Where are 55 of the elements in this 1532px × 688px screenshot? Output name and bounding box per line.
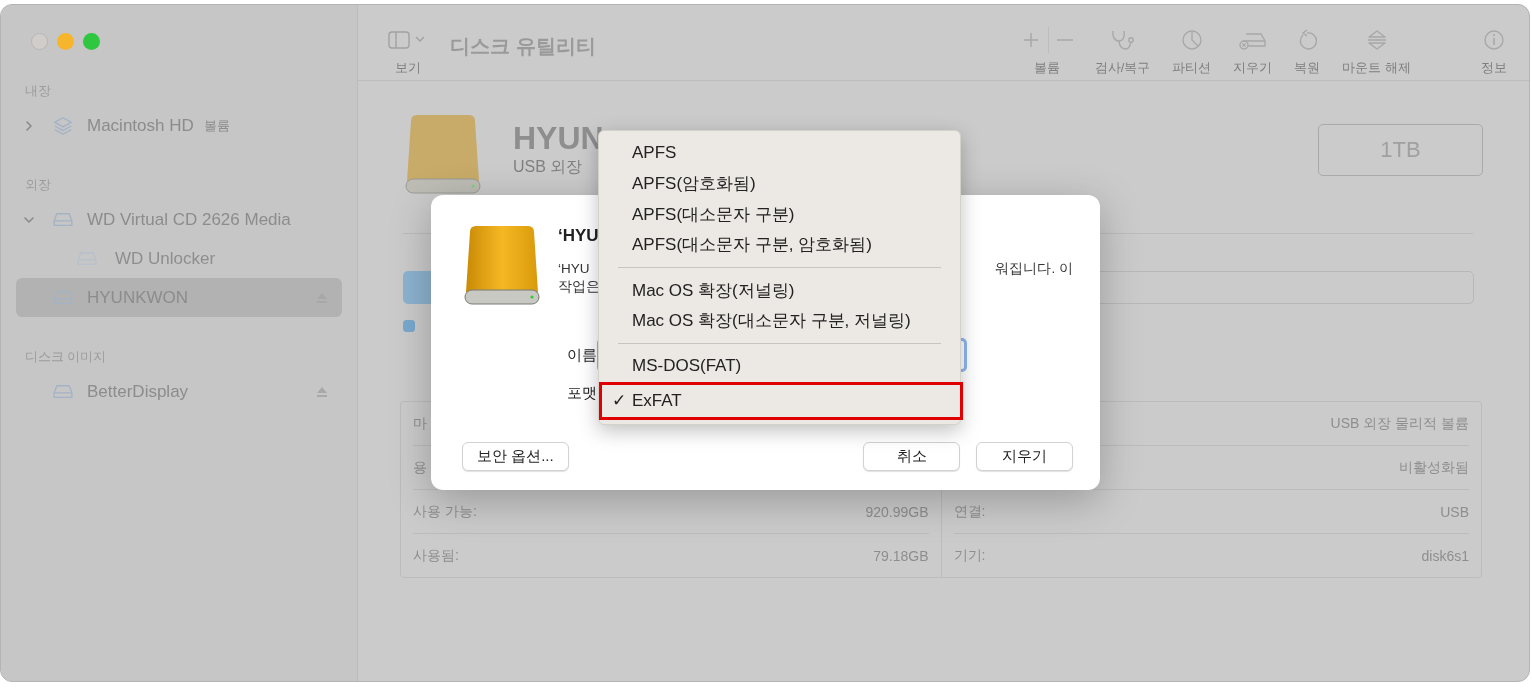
info-value: 920.99GB [865, 503, 929, 520]
toolbar-label: 정보 [1481, 59, 1507, 77]
checkbox[interactable] [403, 320, 415, 332]
security-options-button[interactable]: 보안 옵션... [462, 442, 569, 471]
info-label: 사용됨: [413, 546, 459, 565]
toolbar-label: 마운트 해제 [1342, 59, 1411, 77]
menu-item[interactable]: APFS(대소문자 구분, 암호화됨) [599, 229, 960, 260]
plus-icon [1021, 31, 1040, 49]
checkmark-icon: ✓ [611, 390, 627, 411]
cancel-button[interactable]: 취소 [863, 442, 960, 471]
info-label: 사용 가능: [413, 502, 477, 521]
menu-item[interactable]: MS-DOS(FAT) [599, 351, 960, 382]
sidebar-item-tag: 볼륨 [203, 116, 230, 135]
info-value: 79.18GB [873, 547, 929, 564]
remove-volume-button[interactable] [1047, 27, 1073, 53]
toolbar-label: 볼륨 [1034, 59, 1061, 77]
menu-item[interactable]: APFS(암호화됨) [599, 168, 960, 199]
erase-button[interactable]: 지우기 [976, 442, 1073, 471]
info-value: USB 외장 물리적 볼륨 [1330, 414, 1469, 433]
name-label: 이름 [566, 345, 597, 365]
disclosure-chevron-icon[interactable] [23, 119, 35, 132]
disk-subtitle: USB 외장 [513, 157, 583, 177]
info-icon[interactable] [1483, 27, 1505, 53]
menu-item[interactable]: Mac OS 확장(대소문자 구분, 저널링) [599, 305, 960, 336]
eject-icon[interactable] [316, 385, 328, 398]
info-label: 연결: [953, 502, 986, 521]
toolbar-label: 보기 [395, 59, 421, 77]
toolbar-label: 검사/복구 [1094, 59, 1151, 77]
pie-chart-icon[interactable] [1180, 27, 1203, 53]
info-value: 비활성화됨 [1399, 458, 1469, 477]
dialog-title: ‘HYU [558, 226, 599, 246]
toolbar-label: 복원 [1294, 59, 1321, 77]
toolbar-label: 파티션 [1172, 59, 1212, 77]
restore-icon[interactable] [1297, 27, 1318, 53]
menu-item[interactable]: ✓ ExFAT [599, 381, 963, 420]
dialog-message: ‘HYU [558, 260, 590, 278]
drive-icon [52, 383, 74, 400]
drive-icon [403, 115, 483, 195]
menu-item[interactable]: Mac OS 확장(저널링) [599, 275, 960, 306]
zoom-button[interactable] [83, 33, 100, 50]
drive-icon [52, 211, 74, 228]
dialog-message: 워집니다. 이 [995, 260, 1073, 278]
info-value: disk6s1 [1421, 547, 1469, 564]
dialog-message: 작업은 [558, 278, 600, 296]
info-value: USB [1440, 503, 1469, 520]
drive-icon [462, 226, 542, 306]
stack-icon [52, 114, 74, 137]
minimize-button[interactable] [57, 33, 74, 50]
info-label: 기기: [953, 546, 986, 565]
menu-item[interactable]: APFS(대소문자 구분) [599, 199, 960, 230]
menu-item[interactable]: APFS [599, 138, 960, 169]
info-label: 마 [413, 414, 427, 433]
toolbar-label: 지우기 [1233, 59, 1273, 77]
format-label: 포맷 [566, 383, 597, 403]
info-label: 용 [413, 458, 427, 477]
